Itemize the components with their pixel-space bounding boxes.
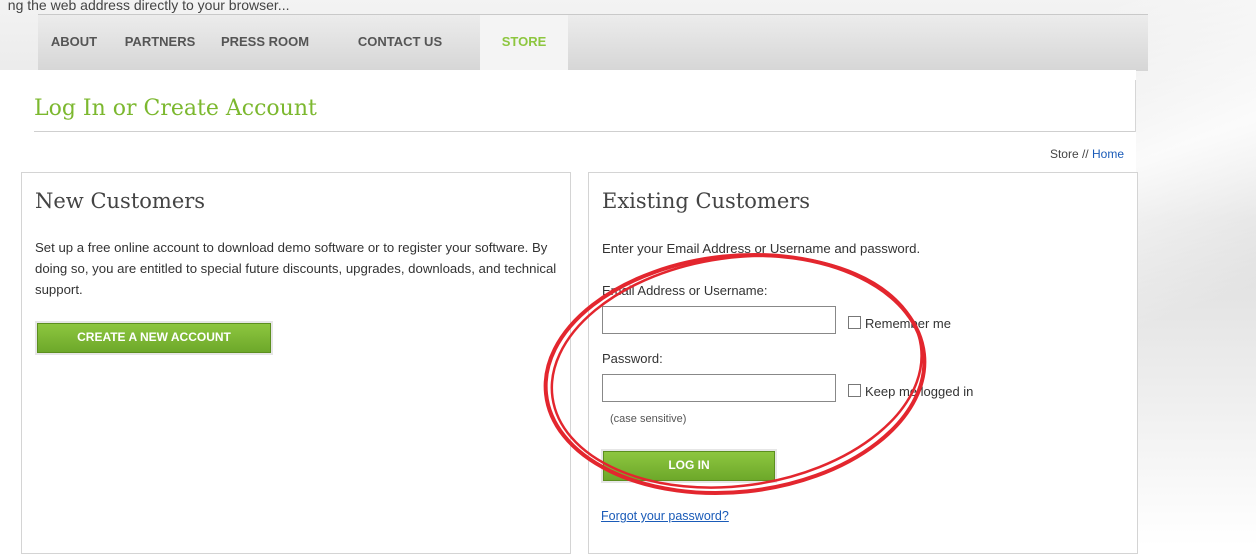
title-divider bbox=[34, 131, 1136, 132]
new-customers-title: New Customers bbox=[35, 189, 206, 213]
email-input[interactable] bbox=[602, 306, 836, 334]
keep-logged-in-label: Keep me logged in bbox=[865, 384, 974, 399]
remember-me-checkbox[interactable] bbox=[848, 316, 861, 329]
remember-me-label: Remember me bbox=[865, 316, 951, 331]
login-button[interactable]: LOG IN bbox=[603, 451, 775, 481]
breadcrumb-store: Store bbox=[1049, 147, 1079, 161]
main-nav: ABOUT PARTNERS PRESS ROOM CONTACT US STO… bbox=[38, 14, 1148, 71]
new-customers-description: Set up a free online account to download… bbox=[35, 240, 557, 297]
case-sensitive-note: (case sensitive) bbox=[610, 413, 687, 425]
page-title: Log In or Create Account bbox=[34, 96, 317, 121]
password-input[interactable] bbox=[602, 374, 836, 402]
email-label: Email Address or Username: bbox=[602, 283, 768, 298]
cropped-top-text: ng the web address directly to your brow… bbox=[0, 0, 290, 13]
nav-item-store[interactable]: STORE bbox=[480, 15, 568, 71]
nav-item-press-room[interactable]: PRESS ROOM bbox=[210, 15, 320, 71]
keep-logged-in-checkbox[interactable] bbox=[848, 384, 861, 397]
password-label: Password: bbox=[602, 351, 663, 366]
forgot-password-link[interactable]: Forgot your password? bbox=[601, 509, 729, 523]
login-instructions: Enter your Email Address or Username and… bbox=[602, 241, 921, 256]
breadcrumb-separator: // bbox=[1081, 147, 1089, 161]
nav-item-about[interactable]: ABOUT bbox=[38, 15, 110, 71]
breadcrumb: Store // Home bbox=[1050, 147, 1124, 161]
breadcrumb-home-link[interactable]: Home bbox=[1092, 147, 1124, 161]
nav-item-contact-us[interactable]: CONTACT US bbox=[320, 15, 480, 71]
existing-customers-panel: Existing Customers Enter your Email Addr… bbox=[588, 172, 1138, 554]
create-account-button[interactable]: CREATE A NEW ACCOUNT bbox=[37, 323, 271, 353]
nav-item-partners[interactable]: PARTNERS bbox=[110, 15, 210, 71]
title-divider-edge bbox=[1135, 80, 1136, 132]
new-customers-panel: New Customers Set up a free online accou… bbox=[21, 172, 571, 554]
existing-customers-title: Existing Customers bbox=[602, 189, 811, 213]
